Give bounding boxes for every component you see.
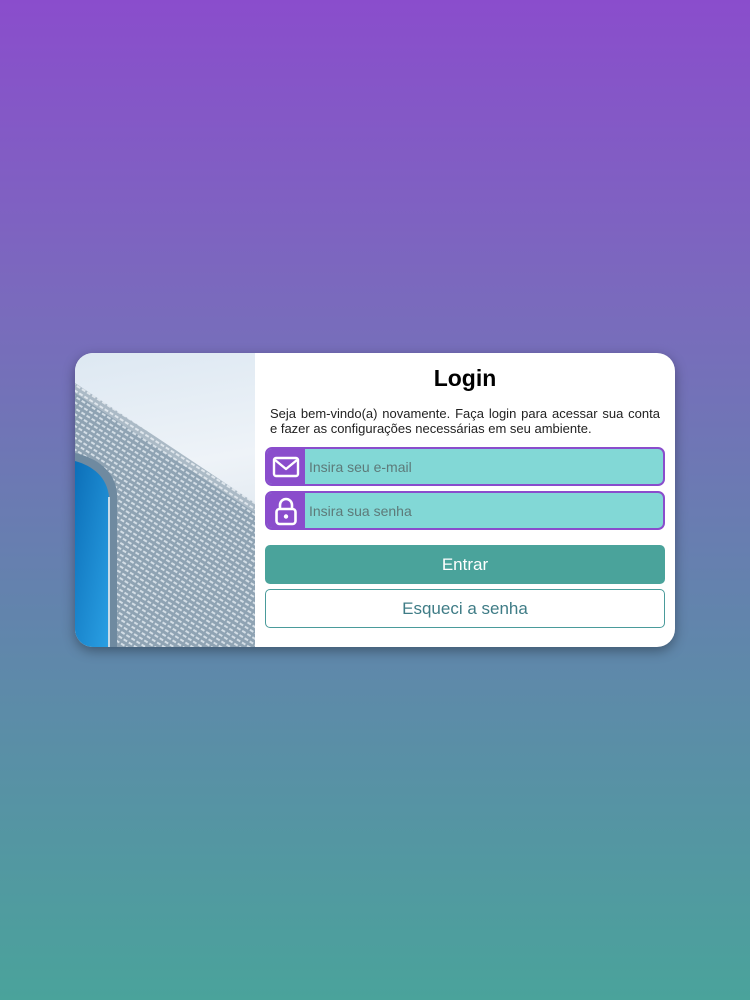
lock-icon — [267, 493, 305, 528]
envelope-icon — [267, 449, 305, 484]
email-field — [265, 447, 665, 486]
login-form: Login Seja bem-vindo(a) novamente. Faça … — [255, 353, 675, 647]
login-card: Login Seja bem-vindo(a) novamente. Faça … — [75, 353, 675, 647]
password-field — [265, 491, 665, 530]
building-image — [75, 353, 255, 647]
forgot-password-button[interactable]: Esqueci a senha — [265, 589, 665, 628]
login-button[interactable]: Entrar — [265, 545, 665, 584]
password-input[interactable] — [305, 493, 663, 528]
welcome-text: Seja bem-vindo(a) novamente. Faça login … — [270, 406, 660, 436]
page-title: Login — [433, 365, 497, 391]
email-input[interactable] — [305, 449, 663, 484]
